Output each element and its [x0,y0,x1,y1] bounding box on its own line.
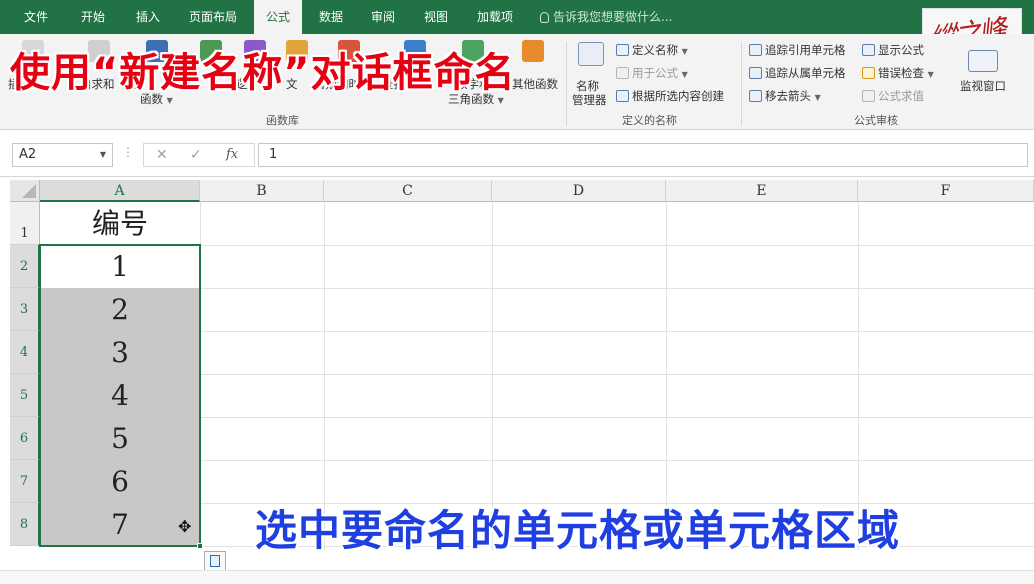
ribbon-separator [741,42,742,126]
row-header-8[interactable]: 8 [10,503,40,546]
select-all-triangle-icon [22,184,36,198]
tell-me-search[interactable]: 告诉我您想要做什么... [540,0,672,34]
video-caption-title: 使用“新建名称”对话框命名 [10,50,516,96]
row-header-5[interactable]: 5 [10,374,40,417]
sheet-bottom-strip [0,570,1034,584]
row-header-1[interactable]: 1 [10,202,40,245]
insert-function-fx-icon[interactable]: fx [226,147,238,162]
quick-analysis-icon [210,555,220,567]
tab-view[interactable]: 视图 [410,0,462,34]
remove-arrows-button[interactable]: 移去箭头 ▼ [749,88,821,104]
trace-dependents-label: 追踪从属单元格 [765,66,846,80]
tab-formulas[interactable]: 公式 [254,0,302,35]
fill-handle[interactable] [197,543,203,549]
cell-a3[interactable]: 2 [40,288,200,331]
create-from-selection-button[interactable]: 根据所选内容创建 [616,88,724,104]
column-header-f[interactable]: F [858,180,1034,202]
chevron-down-icon[interactable]: ▼ [100,144,106,166]
column-header-e[interactable]: E [666,180,858,202]
defined-names-group-label: 定义的名称 [622,114,677,127]
row-header-7[interactable]: 7 [10,460,40,503]
tab-insert[interactable]: 插入 [122,0,174,34]
remove-arrows-label: 移去箭头 [765,89,811,103]
tab-page-layout[interactable]: 页面布局 [178,0,248,34]
show-formulas-button[interactable]: 显示公式 [862,42,924,58]
video-caption-subtitle: 选中要命名的单元格或单元格区域 [255,506,901,555]
chevron-down-icon: ▼ [681,70,688,79]
lightbulb-icon [540,12,549,23]
column-header-d[interactable]: D [492,180,666,202]
column-header-c[interactable]: C [324,180,492,202]
cell-a5[interactable]: 4 [40,374,200,417]
watch-window-icon[interactable] [968,50,998,72]
grid-icon [616,90,629,102]
more-label: 其他函数 [512,76,558,92]
formula-bar-grip[interactable]: ⋮ [122,145,134,159]
name-box-value: A2 [19,147,37,162]
error-checking-button[interactable]: 错误检查 ▼ [862,65,934,81]
more-label-b: 函数 [535,77,558,91]
more-functions-icon[interactable] [522,40,544,62]
chevron-down-icon: ▼ [814,93,821,102]
cell-a6[interactable]: 5 [40,417,200,460]
cell-a2[interactable]: 1 [40,245,200,288]
row-header-3[interactable]: 3 [10,288,40,331]
worksheet-grid: A B C D E F 1 2 3 4 5 6 7 8 编号 1 2 3 4 5… [10,180,1034,550]
trace-precedents-button[interactable]: 追踪引用单元格 [749,42,846,58]
show-formulas-icon [862,44,875,56]
row-header-2[interactable]: 2 [10,245,40,288]
formula-icon [616,67,629,79]
watch-window-label[interactable]: 监视窗口 [960,78,1006,94]
cell-cursor-icon: ✥ [178,517,192,536]
use-in-formula-button[interactable]: 用于公式 ▼ [616,65,688,81]
tell-me-text: 告诉我您想要做什么... [553,10,673,24]
ribbon-tab-bar: 文件 开始 插入 页面布局 公式 数据 审阅 视图 加载项 告诉我您想要做什么.… [0,0,1034,35]
trace-precedents-label: 追踪引用单元格 [765,43,846,57]
trace-arrow-icon [749,44,762,56]
warning-icon [862,67,875,79]
tab-review[interactable]: 审阅 [358,0,408,34]
formula-buttons: ✕ ✓ fx [143,143,255,167]
define-name-label: 定义名称 [632,43,678,57]
use-in-formula-label: 用于公式 [632,66,678,80]
column-header-b[interactable]: B [200,180,324,202]
select-all-button[interactable] [10,180,40,202]
function-library-group-label: 函数库 [266,114,299,127]
chevron-down-icon: ▼ [681,47,688,56]
define-name-button[interactable]: 定义名称 ▼ [616,42,688,58]
cell-a4[interactable]: 3 [40,331,200,374]
row-header-4[interactable]: 4 [10,331,40,374]
name-box[interactable]: A2 ▼ [12,143,113,167]
formula-input[interactable]: 1 [258,143,1028,167]
error-checking-label: 错误检查 [878,66,924,80]
column-header-a[interactable]: A [40,180,200,202]
quick-analysis-button[interactable] [204,551,226,571]
trace-arrow-icon [749,67,762,79]
evaluate-formula-label: 公式求值 [878,89,924,103]
row-header-6[interactable]: 6 [10,417,40,460]
cell-a7[interactable]: 6 [40,460,200,503]
evaluate-icon [862,90,875,102]
tab-file[interactable]: 文件 [12,0,60,34]
cell-a1[interactable]: 编号 [40,202,200,245]
tab-addins[interactable]: 加载项 [466,0,524,34]
show-formulas-label: 显示公式 [878,43,924,57]
enter-icon[interactable]: ✓ [190,147,202,163]
evaluate-formula-button[interactable]: 公式求值 [862,88,924,104]
trace-dependents-button[interactable]: 追踪从属单元格 [749,65,846,81]
ribbon-separator [566,42,567,126]
chevron-down-icon: ▼ [927,70,934,79]
tab-home[interactable]: 开始 [66,0,120,34]
gridline [200,202,201,550]
cell-a8[interactable]: 7 [40,503,200,546]
name-manager-icon[interactable] [578,42,604,66]
create-from-selection-label: 根据所选内容创建 [632,89,724,103]
name-manager-label-2[interactable]: 管理器 [572,92,607,108]
tab-data[interactable]: 数据 [306,0,356,34]
tag-icon [616,44,629,56]
formula-auditing-group-label: 公式审核 [854,114,898,127]
cancel-icon[interactable]: ✕ [156,147,168,163]
formula-bar: A2 ▼ ⋮ ✕ ✓ fx 1 [0,131,1034,177]
remove-arrows-icon [749,90,762,102]
